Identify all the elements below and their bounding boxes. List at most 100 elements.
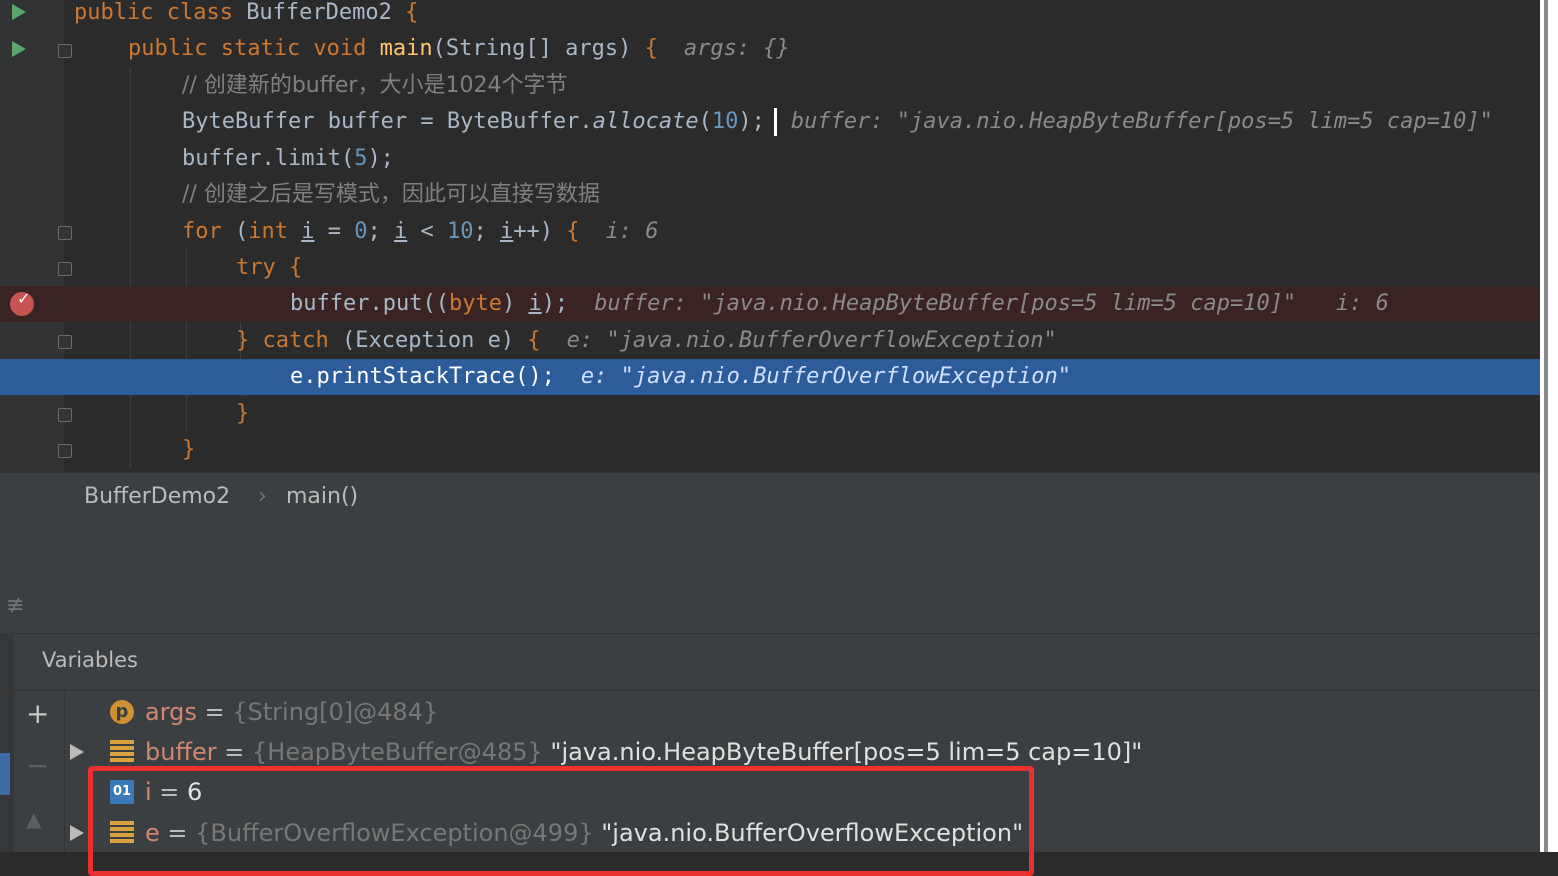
code-text: public class BufferDemo2 { (74, 0, 418, 31)
window-edge (1540, 0, 1558, 852)
fold-marker-icon[interactable] (58, 335, 72, 349)
code-token: // 创建新的buffer，大小是1024个字节 (182, 73, 568, 98)
inline-debug-value: i: 6 (605, 219, 659, 244)
variable-eq: = (196, 698, 233, 726)
variables-toolbar: + − ▲ (14, 689, 65, 852)
code-token: BufferDemo2 (246, 0, 406, 25)
code-text: // 创建之后是写模式，因此可以直接写数据 (182, 177, 600, 213)
variables-header: Variables (14, 633, 1540, 691)
code-token: (String[] args) (432, 36, 645, 61)
code-token: 5 (354, 146, 368, 171)
code-token: buffer.put(( (290, 291, 449, 316)
code-text: } (182, 432, 195, 468)
variable-ref: {HeapByteBuffer@485} (252, 738, 543, 766)
variable-text: args = {String[0]@484} (145, 692, 438, 732)
variable-name: args (145, 698, 197, 726)
code-text: ByteBuffer buffer = ByteBuffer.allocate(… (182, 104, 1493, 140)
code-token: { (644, 36, 658, 61)
code-line-3[interactable]: // 创建新的buffer，大小是1024个字节 (0, 68, 1540, 104)
code-line-13[interactable]: } (0, 432, 1540, 468)
code-token: i (393, 219, 408, 244)
code-line-6[interactable]: // 创建之后是写模式，因此可以直接写数据 (0, 177, 1540, 213)
code-token: i (499, 219, 514, 244)
code-token: ++) (513, 219, 567, 244)
code-token: main (379, 36, 433, 61)
code-line-breakpoint[interactable]: buffer.put((byte) i); buffer: "java.nio.H… (0, 286, 1540, 322)
expand-arrow-icon[interactable] (70, 744, 84, 760)
run-class-icon[interactable] (12, 4, 26, 20)
annotation-highlight-box (88, 766, 1034, 876)
fold-marker-icon[interactable] (58, 408, 72, 422)
code-token: 10 (446, 219, 474, 244)
inline-debug-value: e: "java.nio.BufferOverflowException" (566, 328, 1057, 353)
fold-marker-icon[interactable] (58, 226, 72, 240)
breakpoint-check-icon: ✓ (17, 289, 31, 308)
parameter-icon: p (110, 700, 134, 724)
code-line-7[interactable]: for (int i = 0; i < 10; i++) {i: 6 (0, 214, 1540, 250)
breadcrumb-separator-icon: › (258, 484, 267, 509)
text-caret (774, 108, 777, 136)
code-token: int (248, 219, 302, 244)
breadcrumb-method[interactable]: main() (286, 484, 358, 509)
code-token: ByteBuffer buffer = ByteBuffer. (182, 109, 593, 134)
variable-value: "java.nio.HeapByteBuffer[pos=5 lim=5 cap… (542, 738, 1143, 766)
code-token: buffer.limit( (182, 146, 355, 171)
run-main-icon[interactable] (12, 41, 26, 57)
code-text: e.printStackTrace(); e: "java.nio.BufferO… (290, 359, 1071, 395)
code-token: allocate (592, 109, 699, 134)
code-text: try { (236, 250, 302, 286)
fold-marker-icon[interactable] (58, 44, 72, 58)
debug-side-strip (0, 633, 14, 852)
fold-marker-icon[interactable] (58, 262, 72, 276)
scrollbar[interactable] (1544, 0, 1548, 852)
code-line-1[interactable]: public class BufferDemo2 { (0, 0, 1540, 31)
remove-watch-icon[interactable]: − (26, 749, 49, 782)
breadcrumb: BufferDemo2 › main() (0, 472, 1540, 523)
code-line-12[interactable]: } (0, 396, 1540, 432)
code-token: ); (367, 146, 394, 171)
field-icon (110, 740, 134, 764)
code-line-2[interactable]: public static void main(String[] args) {… (0, 31, 1540, 67)
inline-debug-value: buffer: "java.nio.HeapByteBuffer[pos=5 l… (594, 291, 1389, 316)
code-token: // 创建之后是写模式，因此可以直接写数据 (182, 182, 600, 207)
code-token: i (528, 291, 542, 316)
code-token: byte (448, 291, 502, 316)
variable-row-args[interactable]: p args = {String[0]@484} (70, 692, 1530, 732)
code-token: } (182, 437, 196, 462)
code-line-8[interactable]: try { (0, 250, 1540, 286)
code-token: for (182, 219, 235, 244)
add-watch-icon[interactable]: + (26, 697, 49, 730)
fold-marker-icon[interactable] (58, 444, 72, 458)
expand-arrow-icon[interactable] (70, 825, 84, 841)
move-up-icon[interactable]: ▲ (26, 807, 41, 831)
inline-debug-value: e: "java.nio.BufferOverflowException" (580, 364, 1071, 389)
code-line-10[interactable]: } catch (Exception e) {e: "java.nio.Buff… (0, 323, 1540, 359)
code-editor[interactable]: public class BufferDemo2 { public static… (0, 0, 1540, 472)
code-token: 0 (354, 219, 368, 244)
code-line-5[interactable]: buffer.limit(5); (0, 141, 1540, 177)
code-token: ( (698, 109, 712, 134)
code-line-4[interactable]: ByteBuffer buffer = ByteBuffer.allocate(… (0, 104, 1540, 140)
variable-name: buffer (145, 738, 217, 766)
code-text: } catch (Exception e) {e: "java.nio.Buff… (236, 323, 1057, 359)
breadcrumb-class[interactable]: BufferDemo2 (84, 484, 230, 509)
variables-title: Variables (42, 648, 138, 672)
code-token: ( (234, 219, 249, 244)
code-text: // 创建新的buffer，大小是1024个字节 (182, 68, 567, 104)
code-line-current-execution[interactable]: e.printStackTrace(); e: "java.nio.BufferO… (0, 359, 1540, 395)
code-token: { (405, 0, 419, 25)
code-token: < (407, 219, 447, 244)
code-text: } (236, 396, 249, 432)
frames-toggle-icon[interactable]: ≢ (6, 593, 24, 618)
code-token: ); (738, 109, 765, 134)
code-token: ; (473, 219, 500, 244)
code-token: ) (501, 291, 529, 316)
code-token: { (527, 328, 541, 353)
code-token: { (288, 255, 303, 280)
code-text: buffer.put((byte) i); buffer: "java.nio.H… (290, 286, 1389, 322)
code-token: ); (541, 291, 569, 316)
frames-tab-indicator[interactable] (0, 753, 10, 795)
code-token: i (301, 219, 315, 244)
code-token: ; (367, 219, 394, 244)
variable-ref: {String[0]@484} (232, 698, 439, 726)
